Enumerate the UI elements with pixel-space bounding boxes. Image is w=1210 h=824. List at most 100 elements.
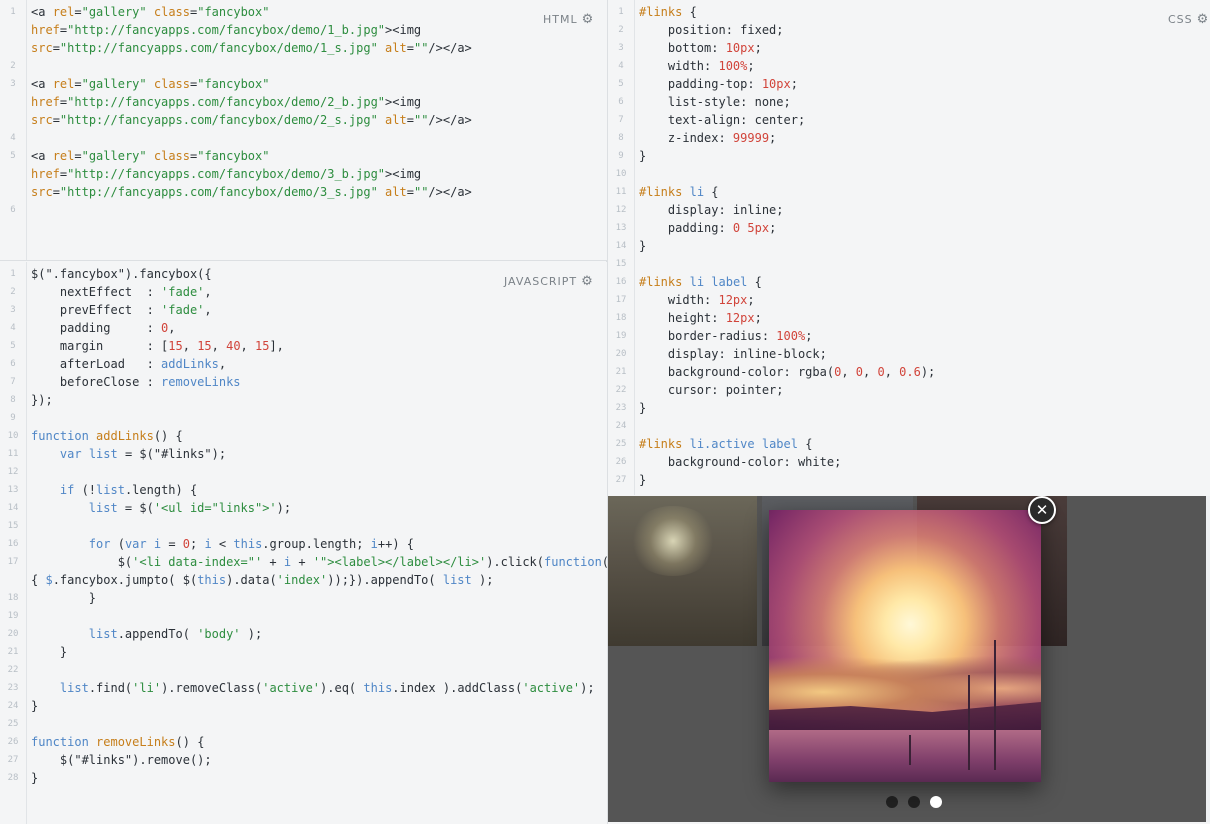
- code-line[interactable]: 3 prevEffect : 'fade',: [0, 301, 607, 319]
- pagination-dot[interactable]: [930, 796, 942, 808]
- code-line[interactable]: 25: [0, 715, 607, 733]
- fancybox-lightbox[interactable]: [769, 510, 1041, 782]
- js-code-area[interactable]: 1 $(".fancybox").fancybox({2 nextEffect :…: [0, 265, 607, 787]
- code-line[interactable]: 14}: [608, 237, 1210, 255]
- code-line[interactable]: 12 display: inline;: [608, 201, 1210, 219]
- code-line[interactable]: 22 cursor: pointer;: [608, 381, 1210, 399]
- code-line[interactable]: 26 background-color: white;: [608, 453, 1210, 471]
- code-line[interactable]: 21 background-color: rgba(0, 0, 0, 0.6);: [608, 363, 1210, 381]
- code-line[interactable]: 5 <a rel="gallery" class="fancybox": [0, 147, 607, 165]
- code-line[interactable]: 1 $(".fancybox").fancybox({: [0, 265, 607, 283]
- code-line[interactable]: 9}: [608, 147, 1210, 165]
- line-number: 4: [10, 133, 16, 143]
- code-token: "http://fancyapps.com/fancybox/demo/1_b.…: [67, 23, 386, 37]
- code-line[interactable]: 11 #links li {: [608, 183, 1210, 201]
- result-preview[interactable]: ✕: [608, 496, 1206, 822]
- code-line[interactable]: 28}: [0, 769, 607, 787]
- code-line[interactable]: 23 list.find('li').removeClass('active')…: [0, 679, 607, 697]
- code-line[interactable]: { $.fancybox.jumpto( $(this).data('index…: [0, 571, 607, 589]
- code-line[interactable]: 24}: [0, 697, 607, 715]
- code-line[interactable]: 4: [0, 129, 607, 147]
- code-text: padding: 0 5px;: [634, 219, 776, 237]
- code-line[interactable]: 19 border-radius: 100%;: [608, 327, 1210, 345]
- code-line[interactable]: 20 list.appendTo( 'body' );: [0, 625, 607, 643]
- code-line[interactable]: 7 beforeClose : removeLinks: [0, 373, 607, 391]
- code-line[interactable]: 17 width: 12px;: [608, 291, 1210, 309]
- code-line[interactable]: 10 function addLinks() {: [0, 427, 607, 445]
- code-line[interactable]: 14 list = $('<ul id="links">');: [0, 499, 607, 517]
- code-text: background-color: rgba(0, 0, 0, 0.6);: [634, 363, 935, 381]
- css-editor-panel[interactable]: CSS ⚙ 1 #links {2 position: fixed; 3 botto…: [608, 0, 1210, 495]
- gallery-thumbnail[interactable]: [608, 496, 757, 646]
- code-line[interactable]: 6 afterLoad : addLinks,: [0, 355, 607, 373]
- code-line[interactable]: 16 for (var i = 0; i < this.group.length…: [0, 535, 607, 553]
- code-line[interactable]: 8});: [0, 391, 607, 409]
- code-text: for (var i = 0; i < this.group.length; i…: [26, 535, 414, 553]
- pagination-dot[interactable]: [886, 796, 898, 808]
- code-line[interactable]: 25 #links li.active label {: [608, 435, 1210, 453]
- code-line[interactable]: 27 $("#links").remove();: [0, 751, 607, 769]
- code-line[interactable]: 7 text-align: center;: [608, 111, 1210, 129]
- code-line[interactable]: 1 #links {: [608, 3, 1210, 21]
- line-number: 9: [618, 151, 624, 161]
- code-token: });: [31, 393, 53, 407]
- code-line[interactable]: 20 display: inline-block;: [608, 345, 1210, 363]
- code-line[interactable]: 19: [0, 607, 607, 625]
- close-icon[interactable]: ✕: [1028, 496, 1056, 524]
- code-line[interactable]: 8 z-index: 99999;: [608, 129, 1210, 147]
- line-number: 7: [618, 115, 624, 125]
- html-code-area[interactable]: 1 <a rel="gallery" class="fancybox" href="…: [0, 3, 607, 219]
- code-line[interactable]: href="http://fancyapps.com/fancybox/demo…: [0, 21, 607, 39]
- code-line[interactable]: 1 <a rel="gallery" class="fancybox": [0, 3, 607, 21]
- code-line[interactable]: 17 $('<li data-index="' + i + '"><label>…: [0, 553, 607, 571]
- pagination-dot[interactable]: [908, 796, 920, 808]
- code-line[interactable]: 26 function removeLinks() {: [0, 733, 607, 751]
- code-line[interactable]: 2: [0, 57, 607, 75]
- code-line[interactable]: 24: [608, 417, 1210, 435]
- code-line[interactable]: 5 margin : [15, 15, 40, 15],: [0, 337, 607, 355]
- code-token: ,: [884, 365, 900, 379]
- code-line[interactable]: 3 <a rel="gallery" class="fancybox": [0, 75, 607, 93]
- code-line[interactable]: 18 }: [0, 589, 607, 607]
- code-line[interactable]: src="http://fancyapps.com/fancybox/demo/…: [0, 183, 607, 201]
- code-token: $: [45, 573, 53, 587]
- code-line[interactable]: 5 padding-top: 10px;: [608, 75, 1210, 93]
- code-line[interactable]: 6 list-style: none;: [608, 93, 1210, 111]
- code-line[interactable]: 21 }: [0, 643, 607, 661]
- code-line[interactable]: 6: [0, 201, 607, 219]
- code-line[interactable]: 23}: [608, 399, 1210, 417]
- code-line[interactable]: 2 nextEffect : 'fade',: [0, 283, 607, 301]
- scrollbar[interactable]: [1206, 496, 1210, 822]
- code-text: href="http://fancyapps.com/fancybox/demo…: [26, 21, 421, 39]
- code-line[interactable]: 18 height: 12px;: [608, 309, 1210, 327]
- code-line[interactable]: 15: [0, 517, 607, 535]
- code-line[interactable]: src="http://fancyapps.com/fancybox/demo/…: [0, 39, 607, 57]
- javascript-editor-panel[interactable]: JAVASCRIPT ⚙ 1 $(".fancybox").fancybox({2…: [0, 262, 607, 824]
- code-line[interactable]: src="http://fancyapps.com/fancybox/demo/…: [0, 111, 607, 129]
- html-editor-panel[interactable]: HTML ⚙ 1 <a rel="gallery" class="fancybox…: [0, 0, 607, 261]
- code-line[interactable]: 27}: [608, 471, 1210, 489]
- code-text: #links {: [634, 3, 697, 21]
- code-token: (: [110, 537, 125, 551]
- code-line[interactable]: 2 position: fixed;: [608, 21, 1210, 39]
- code-line[interactable]: 13 padding: 0 5px;: [608, 219, 1210, 237]
- line-number: 4: [618, 61, 624, 71]
- code-line[interactable]: 16 #links li label {: [608, 273, 1210, 291]
- code-line[interactable]: 10: [608, 165, 1210, 183]
- code-line[interactable]: 11 var list = $("#links");: [0, 445, 607, 463]
- code-line[interactable]: 3 bottom: 10px;: [608, 39, 1210, 57]
- code-line[interactable]: 9: [0, 409, 607, 427]
- code-line[interactable]: href="http://fancyapps.com/fancybox/demo…: [0, 165, 607, 183]
- code-line[interactable]: href="http://fancyapps.com/fancybox/demo…: [0, 93, 607, 111]
- code-line[interactable]: 4 width: 100%;: [608, 57, 1210, 75]
- code-line[interactable]: 4 padding : 0,: [0, 319, 607, 337]
- code-token: .length) {: [124, 483, 198, 497]
- code-token: bottom:: [639, 41, 726, 55]
- code-line[interactable]: 13 if (!list.length) {: [0, 481, 607, 499]
- code-line[interactable]: 12: [0, 463, 607, 481]
- code-line[interactable]: 15: [608, 255, 1210, 273]
- css-code-area[interactable]: 1 #links {2 position: fixed; 3 bottom: 10p…: [608, 3, 1210, 489]
- code-line[interactable]: 22: [0, 661, 607, 679]
- code-token: 12px: [725, 311, 755, 325]
